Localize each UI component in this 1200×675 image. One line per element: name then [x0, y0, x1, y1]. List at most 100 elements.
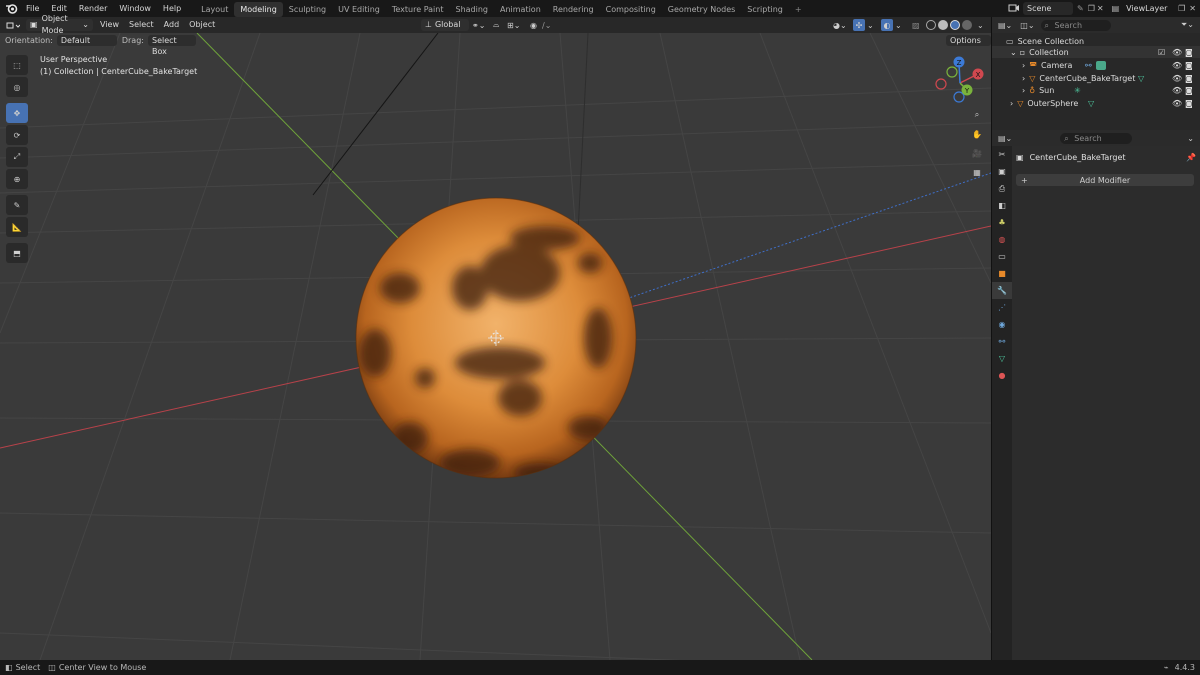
gizmo-x-axis[interactable]: X [972, 68, 984, 80]
overlays-dropdown-icon[interactable]: ⌄ [895, 21, 902, 30]
eye-icon[interactable]: 👁 [1172, 74, 1182, 83]
data-tab-icon[interactable]: ▽ [992, 350, 1012, 367]
properties-editor-icon[interactable]: ▤⌄ [998, 134, 1012, 143]
physics-tab-icon[interactable]: ◉ [992, 316, 1012, 333]
pin-icon[interactable]: ✎ [1077, 4, 1084, 13]
tab-texture-paint[interactable]: Texture Paint [386, 2, 450, 17]
outliner-row-sun[interactable]: › ♁ Sun ✳ 👁 ◙ [992, 84, 1200, 96]
camera-render-icon[interactable]: ◙ [1185, 61, 1193, 70]
outliner-row-outersphere[interactable]: › ▽ OuterSphere ▽ 👁 ◙ [992, 97, 1200, 109]
new-view-layer-icon[interactable]: ❐ [1178, 4, 1185, 13]
camera-render-icon[interactable]: ◙ [1185, 99, 1193, 108]
gizmo-toggle-icon[interactable]: ✣ [853, 19, 865, 31]
scene-tab-icon[interactable]: ♣ [992, 214, 1012, 231]
eye-icon[interactable]: 👁 [1172, 99, 1182, 108]
menu-select[interactable]: Select [124, 17, 159, 33]
rendered-shading-icon[interactable] [962, 20, 972, 30]
tab-animation[interactable]: Animation [494, 2, 547, 17]
delete-view-layer-icon[interactable]: ✕ [1189, 4, 1196, 13]
object-tab-icon[interactable]: ■ [992, 265, 1012, 282]
shading-dropdown-icon[interactable]: ⌄ [977, 21, 984, 30]
scale-tool[interactable]: ⤢ [6, 147, 28, 167]
editor-type-icon[interactable] [2, 19, 24, 31]
mode-dropdown[interactable]: ▣ Object Mode ⌄ [26, 14, 93, 35]
drag-dropdown[interactable]: Select Box [147, 35, 196, 56]
menu-view[interactable]: View [95, 17, 124, 33]
particles-tab-icon[interactable]: ⋰ [992, 299, 1012, 316]
outliner-row-camera[interactable]: › ◚ Camera ⚯ 👁 ◙ [992, 59, 1200, 71]
properties-options-icon[interactable]: ⌄ [1187, 134, 1194, 143]
menu-add[interactable]: Add [159, 17, 185, 33]
measure-tool[interactable]: 📐 [6, 217, 28, 237]
tab-scripting[interactable]: Scripting [741, 2, 789, 17]
eye-icon[interactable]: 👁 [1172, 48, 1182, 57]
visibility-icon[interactable]: ◕⌄ [833, 21, 847, 30]
xray-toggle-icon[interactable]: ▨ [912, 21, 920, 30]
modifier-tab-icon[interactable]: 🔧 [992, 282, 1012, 299]
snap-icon[interactable]: ⌓ [493, 20, 499, 30]
camera-render-icon[interactable]: ◙ [1185, 48, 1193, 57]
constraints-tab-icon[interactable]: ⚯ [992, 333, 1012, 350]
gizmo-y-axis[interactable]: Y [961, 84, 973, 96]
properties-search-input[interactable]: ⌕ Search [1060, 132, 1133, 144]
rotate-tool[interactable]: ⟳ [6, 125, 28, 145]
tool-tab-icon[interactable]: ✂ [992, 146, 1012, 163]
gizmo-dropdown-icon[interactable]: ⌄ [867, 21, 874, 30]
eye-icon[interactable]: 👁 [1172, 61, 1182, 70]
wireframe-shading-icon[interactable] [926, 20, 936, 30]
camera-render-icon[interactable]: ◙ [1185, 74, 1193, 83]
snap-target-icon[interactable]: ⊞⌄ [507, 21, 520, 30]
gizmo-z-axis[interactable]: Z [953, 56, 965, 68]
transform-orientation-dropdown[interactable]: ⊥ Global [421, 19, 469, 31]
options-dropdown[interactable]: Options [946, 35, 991, 46]
filter-icon[interactable]: ⏷⌄ [1181, 20, 1194, 30]
blender-logo-icon[interactable] [4, 3, 18, 15]
cursor-tool[interactable]: ◎ [6, 77, 28, 97]
outliner-search-input[interactable]: ⌕ Search [1040, 19, 1111, 31]
menu-help[interactable]: Help [157, 0, 187, 17]
material-tab-icon[interactable]: ● [992, 367, 1012, 384]
add-modifier-button[interactable]: + Add Modifier [1016, 174, 1194, 186]
navigation-gizmo[interactable]: X Y Z [935, 56, 984, 103]
expand-arrow-icon[interactable]: › [1022, 61, 1025, 70]
menu-window[interactable]: Window [113, 0, 157, 17]
menu-object[interactable]: Object [184, 17, 220, 33]
tab-geometry-nodes[interactable]: Geometry Nodes [662, 2, 741, 17]
scene-icon[interactable] [1008, 3, 1020, 15]
outliner-editor-icon[interactable]: ▤⌄ [998, 21, 1012, 30]
world-tab-icon[interactable]: ◍ [992, 231, 1012, 248]
expand-arrow-icon[interactable]: › [1010, 99, 1013, 108]
tab-layout[interactable]: Layout [195, 2, 234, 17]
pivot-point-icon[interactable]: ⚭⌄ [472, 21, 485, 30]
camera-view-icon[interactable]: 🎥 [968, 144, 986, 162]
camera-render-icon[interactable]: ◙ [1185, 86, 1193, 95]
solid-shading-icon[interactable] [938, 20, 948, 30]
view-layer-field[interactable]: ViewLayer [1122, 2, 1178, 15]
pin-icon[interactable]: 📌 [1186, 153, 1196, 162]
zoom-icon[interactable]: ⌕ [968, 106, 986, 124]
annotate-tool[interactable]: ✎ [6, 195, 28, 215]
perspective-toggle-icon[interactable]: ▦ [968, 163, 986, 181]
pan-hand-icon[interactable]: ✋ [968, 125, 986, 143]
overlays-toggle-icon[interactable]: ◐ [881, 19, 893, 31]
expand-arrow-icon[interactable]: › [1022, 74, 1025, 83]
tab-sculpting[interactable]: Sculpting [283, 2, 332, 17]
delete-scene-icon[interactable]: ✕ [1097, 4, 1104, 13]
outliner-row-centercube[interactable]: › ▽ CenterCube_BakeTarget ▽ 👁 ◙ [992, 72, 1200, 84]
tab-rendering[interactable]: Rendering [547, 2, 600, 17]
outliner-row-collection[interactable]: ⌄ ▫ Collection ☑ 👁 ◙ [992, 46, 1200, 58]
render-tab-icon[interactable]: ▣ [992, 163, 1012, 180]
scene-name-field[interactable]: Scene [1022, 2, 1073, 15]
tab-uv-editing[interactable]: UV Editing [332, 2, 386, 17]
checkbox-icon[interactable]: ☑ [1158, 48, 1165, 57]
move-tool[interactable]: ✥ [6, 103, 28, 123]
3d-viewport[interactable]: X Y Z [0, 33, 991, 660]
transform-tool[interactable]: ⊕ [6, 169, 28, 189]
expand-arrow-icon[interactable]: ⌄ [1010, 48, 1017, 57]
add-cube-tool[interactable]: ⬒ [6, 243, 28, 263]
tab-modeling[interactable]: Modeling [234, 1, 283, 17]
collection-tab-icon[interactable]: ▭ [992, 248, 1012, 265]
proportional-edit-icon[interactable]: ◉ [530, 21, 537, 30]
tab-shading[interactable]: Shading [449, 2, 494, 17]
output-tab-icon[interactable]: ⎙ [992, 180, 1012, 197]
